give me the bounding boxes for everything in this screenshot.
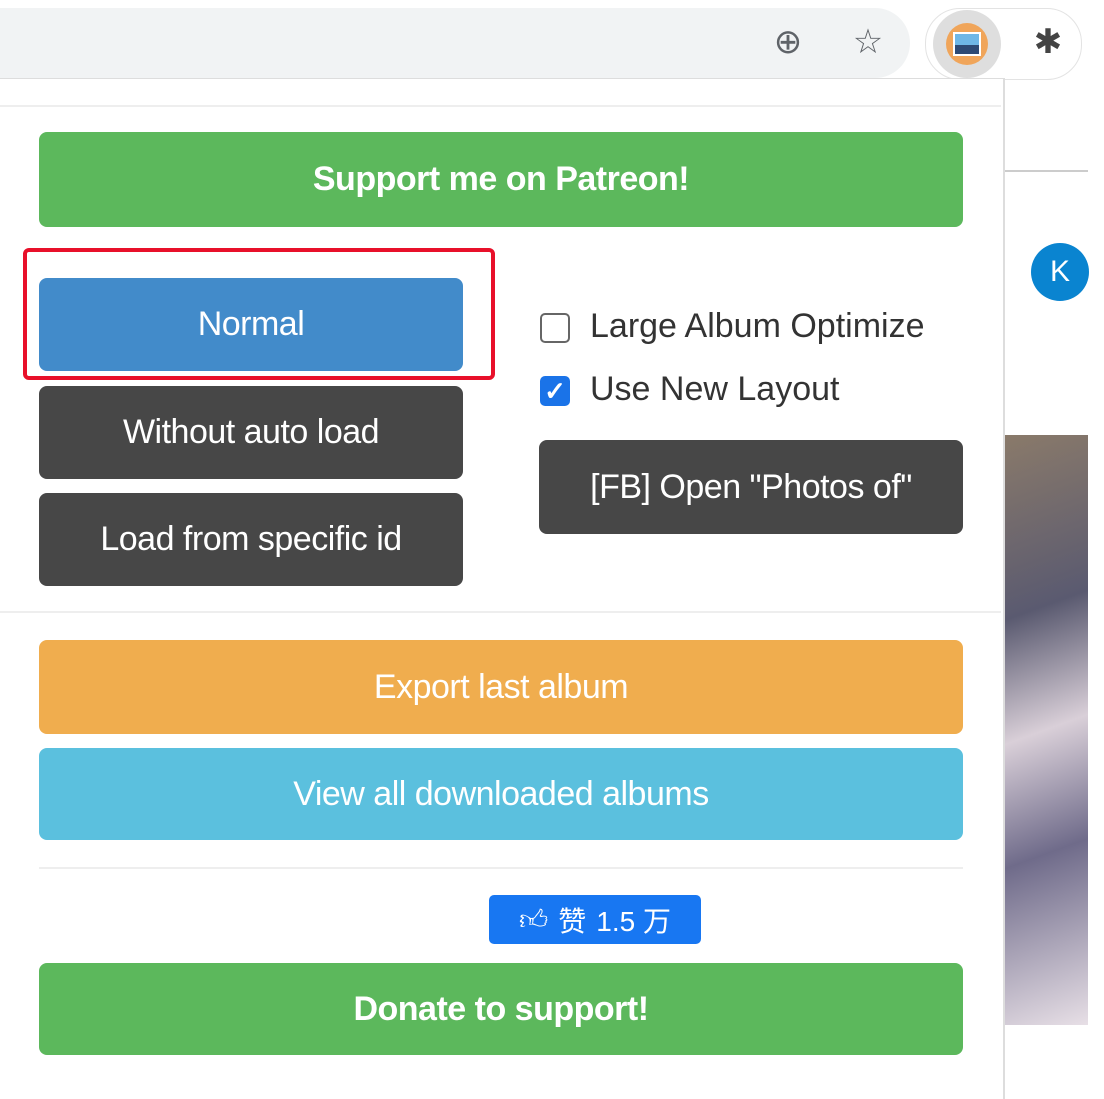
large-album-checkbox[interactable] (540, 313, 570, 343)
extension-popup: Support me on Patreon! Normal Without au… (0, 78, 1005, 1099)
extensions-puzzle-icon[interactable]: ✱ (1028, 22, 1068, 62)
like-label: 赞 (558, 905, 587, 937)
new-layout-checkbox[interactable]: ✓ (540, 376, 570, 406)
highlight-box (23, 248, 495, 380)
divider (0, 105, 1001, 107)
extension-photo-icon[interactable] (946, 23, 988, 65)
like-count: 1.5 万 (596, 905, 671, 937)
add-circle-icon[interactable]: ⊕ (768, 22, 808, 62)
new-layout-label[interactable]: Use New Layout (590, 370, 839, 409)
facebook-like-button[interactable]: 👍︎ 赞 1.5 万 (489, 895, 701, 944)
thumbs-up-icon: 👍︎ (519, 903, 549, 935)
avatar[interactable]: K (1031, 243, 1089, 301)
checkmark-icon: ✓ (544, 375, 566, 406)
fb-open-photos-of-button[interactable]: [FB] Open "Photos of" (539, 440, 963, 534)
donate-button[interactable]: Donate to support! (39, 963, 963, 1055)
browser-toolbar: ⊕ ☆ ✱ (0, 0, 1104, 80)
export-last-album-button[interactable]: Export last album (39, 640, 963, 734)
divider (39, 867, 963, 869)
load-from-specific-id-button[interactable]: Load from specific id (39, 493, 463, 586)
background-image (1003, 435, 1088, 1025)
page-divider (1003, 170, 1088, 172)
view-all-albums-button[interactable]: View all downloaded albums (39, 748, 963, 840)
without-auto-load-button[interactable]: Without auto load (39, 386, 463, 479)
bookmark-star-icon[interactable]: ☆ (848, 22, 888, 62)
large-album-label[interactable]: Large Album Optimize (590, 307, 925, 346)
patreon-button[interactable]: Support me on Patreon! (39, 132, 963, 227)
divider (0, 611, 1001, 613)
